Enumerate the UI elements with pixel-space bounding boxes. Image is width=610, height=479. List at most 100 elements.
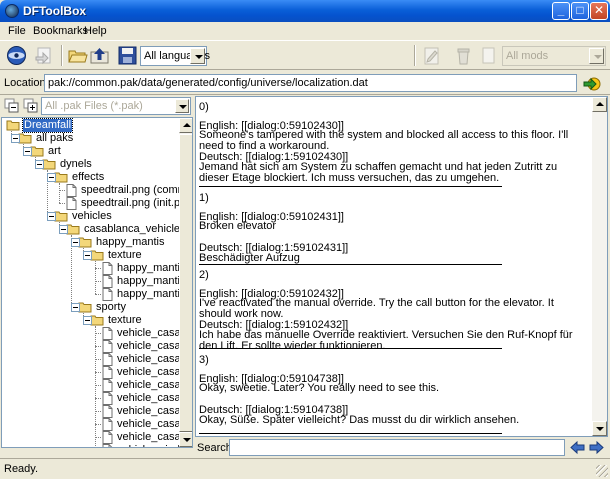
tree-item-label: vehicles [72,210,112,222]
tree-folder-item[interactable]: Dreamfall [6,118,74,133]
new-file-icon [482,47,495,64]
tree-expander-icon[interactable] [83,316,92,325]
tree-item-label: vehicle_casablanc [117,353,180,365]
resize-grip[interactable] [596,465,608,477]
status-bar: Ready. [0,458,610,479]
tree-folder-item[interactable]: texture [90,314,143,327]
tree-folder-item[interactable]: all paks [18,132,74,145]
tree-expander-icon[interactable] [47,212,56,221]
tree-expander-icon[interactable] [83,251,92,260]
app-icon [5,4,19,18]
scroll-thumb[interactable] [179,134,192,432]
tree-expander-icon[interactable] [59,225,68,234]
tree-file-item[interactable]: happy_mantis500_ [102,275,180,288]
text-scrollbar[interactable] [592,97,607,436]
save-button[interactable] [116,44,139,67]
search-next-button[interactable] [588,439,605,456]
tree-file-item[interactable]: vehicle_casablanc [102,418,180,431]
edit-button[interactable] [420,44,443,67]
tree-expander-icon[interactable] [71,303,80,312]
arrow-left-icon [570,440,585,455]
tree-expander-icon[interactable] [23,147,32,156]
delete-button[interactable] [452,44,475,67]
tree-file-item[interactable]: vehicle_casablanc [102,340,180,353]
entry-english-text: Someone's tampered with the system and b… [199,129,569,152]
export-button[interactable] [33,44,56,67]
open-button[interactable] [66,44,89,67]
tree-folder-item[interactable]: vehicles [54,210,113,223]
tree-file-item[interactable]: happy_mantis500_ [102,262,180,275]
scroll-up-button[interactable] [179,118,192,133]
tree-file-item[interactable]: vehicle_casablanc [102,353,180,366]
tree-item-label: happy_mantis500_ [117,288,180,300]
entry-index: 3) [199,354,209,366]
search-input[interactable] [229,439,565,456]
scroll-up-button[interactable] [592,97,607,112]
tree-file-item[interactable]: speedtrail.png (common.pak) [66,184,180,197]
tree-file-item[interactable]: vehicle_casablanc [102,431,180,444]
go-arrow-icon [583,77,601,91]
collapse-all-button[interactable] [4,98,20,114]
tree-item-label: vehicle_casablanc [117,340,180,352]
menu-bar: File Bookmarks Help [0,22,610,40]
tree-expander-icon[interactable] [11,134,20,143]
tree-item-label: happy_mantis500_ [117,275,180,287]
minimize-button[interactable]: _ [552,2,570,20]
tree-connector [59,203,65,204]
tree-file-item[interactable]: vehicle_casablanc [102,366,180,379]
file-icon [102,444,113,447]
tree-file-item[interactable]: vehicle_casablanc [102,392,180,405]
maximize-button[interactable]: □ [571,2,589,20]
tree-file-item[interactable]: vehicle_casablanc [102,405,180,418]
toolbar-separator [414,45,416,66]
tree-folder-item[interactable]: sporty [78,301,127,314]
tree-folder-item[interactable]: dynels [42,158,93,171]
tree-folder-item[interactable]: texture [90,249,143,262]
tree-file-item[interactable]: vehicle_window [102,444,180,447]
tree-folder-item[interactable]: casablanca_vehicles [66,223,180,236]
tree-connector [95,326,96,447]
expand-all-button[interactable] [23,98,39,114]
file-tree[interactable]: Dreamfall all paks art dynels effects speedtr… [1,117,193,448]
menu-file[interactable]: File [8,25,26,37]
tree-item-label: vehicle_casablanc [117,418,180,430]
tree-expander-icon[interactable] [71,238,80,247]
entry-index: 2) [199,269,209,281]
tree-file-item[interactable]: vehicle_casablanc [102,379,180,392]
title-bar[interactable]: DFToolBox _ □ ✕ [0,0,610,22]
scroll-down-button[interactable] [179,432,192,447]
tree-expander-icon[interactable] [35,160,44,169]
tree-item-label: vehicle_casablanc [117,405,180,417]
tree-item-label: all paks [36,132,74,144]
entry-separator [199,186,502,187]
file-browser-panel: All .pak Files (*.pak) Dreamfall all paks… [1,96,193,456]
chevron-down-icon[interactable] [589,48,604,64]
scroll-down-button[interactable] [592,421,607,436]
tree-expander-icon[interactable] [47,173,56,182]
close-button[interactable]: ✕ [590,2,608,20]
new-file-button[interactable] [477,44,500,67]
entry-english-text: Broken elevator [199,220,277,232]
file-browser-toolbar: All .pak Files (*.pak) [1,96,193,116]
location-label: Location: [4,77,49,89]
menu-bookmarks[interactable]: Bookmarks [33,25,88,37]
language-select[interactable]: All languages [140,46,210,66]
folder-open-icon [68,50,88,63]
chevron-down-icon[interactable] [175,99,189,113]
tree-folder-item[interactable]: effects [54,171,105,184]
tree-file-item[interactable]: happy_mantis500_ [102,288,180,301]
menu-help[interactable]: Help [84,25,107,37]
tree-file-item[interactable]: vehicle_casablanc [102,327,180,340]
tree-scrollbar[interactable] [179,118,192,447]
localization-text-view[interactable]: 0) English: [[dialog:0:59102430]] Someone'… [195,96,608,437]
tree-file-item[interactable]: speedtrail.png (init.pak) [66,197,180,210]
folder-up-button[interactable] [88,44,111,67]
search-previous-button[interactable] [569,439,586,456]
location-input[interactable]: pak://common.pak/data/generated/config/u… [44,74,577,92]
file-filter-select[interactable]: All .pak Files (*.pak) [41,97,191,115]
chevron-down-icon[interactable] [190,48,205,64]
tree-folder-item[interactable]: happy_mantis [78,236,166,249]
mods-select[interactable]: All mods [502,46,606,66]
open-disc-button[interactable] [5,44,28,67]
go-button[interactable] [582,73,604,93]
